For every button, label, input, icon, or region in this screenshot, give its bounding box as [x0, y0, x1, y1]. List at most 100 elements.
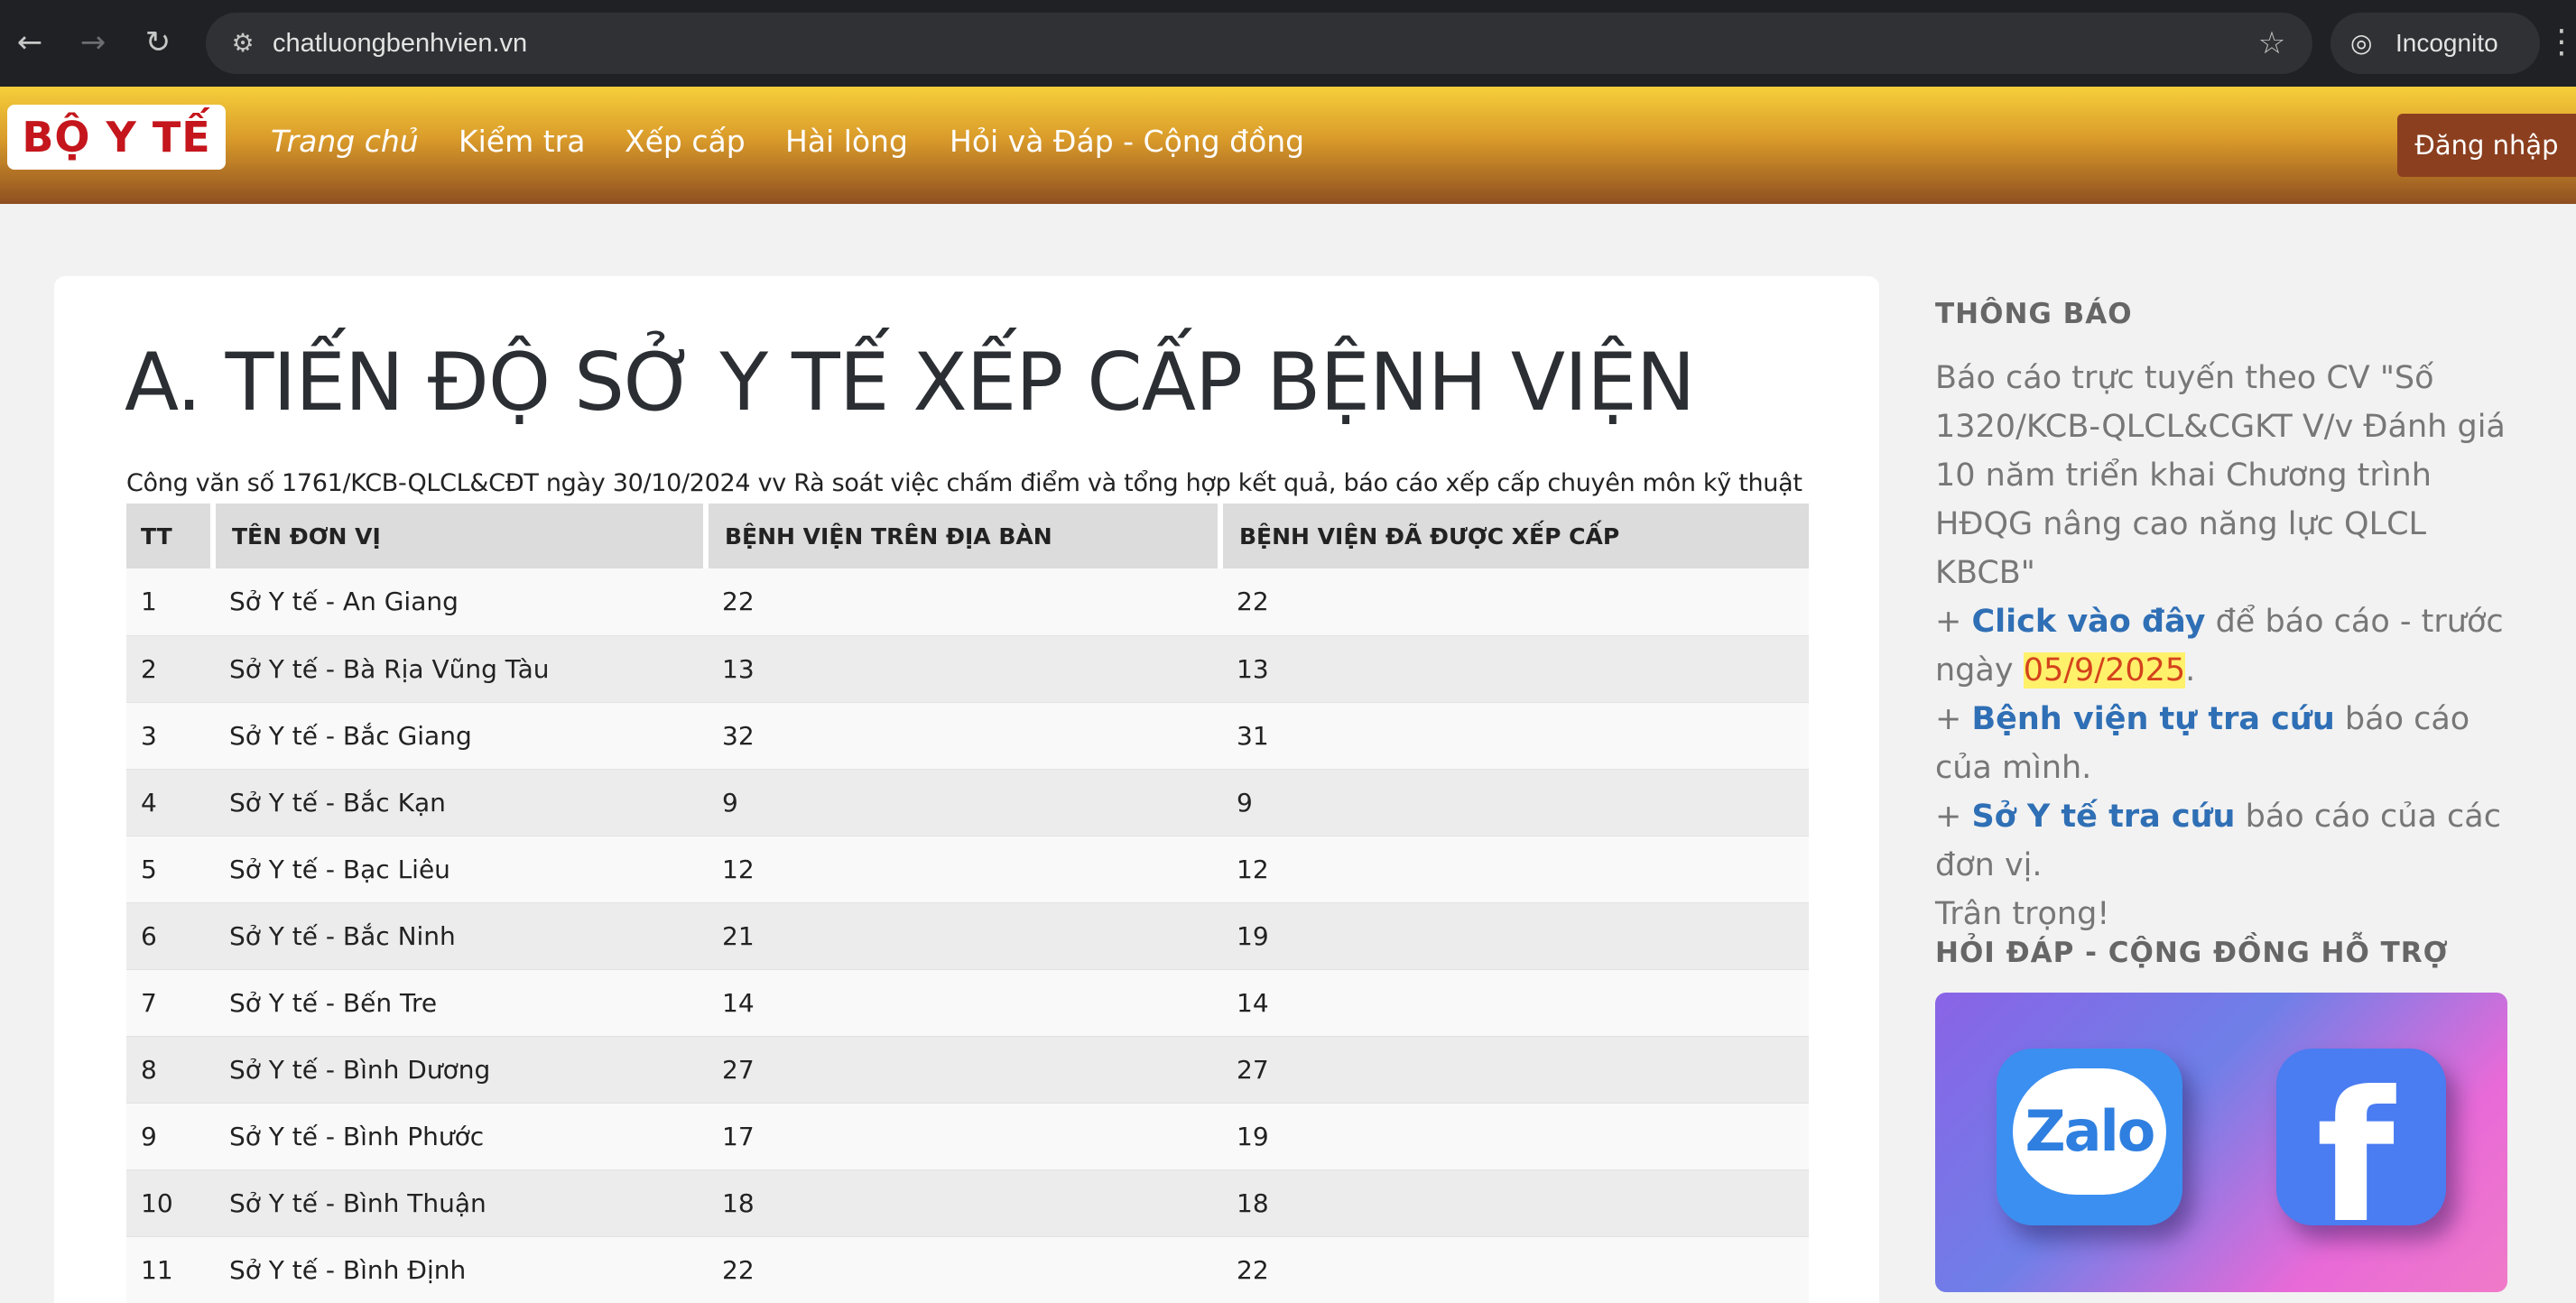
nav-qa-community[interactable]: Hỏi và Đáp - Cộng đồng	[950, 119, 1304, 164]
table-row: 5 Sở Y tế - Bạc Liêu 12 12	[126, 836, 1809, 903]
cell-index: 10	[126, 1169, 213, 1237]
cell-ranked-count: 27	[1220, 1036, 1809, 1104]
notice-text: Báo cáo trực tuyến theo CV "Số 1320/KCB-…	[1935, 354, 2513, 938]
report-link[interactable]: Click vào đây	[1971, 604, 2205, 640]
table-row: 1 Sở Y tế - An Giang 22 22	[126, 568, 1809, 636]
cell-hospital-count: 13	[706, 635, 1220, 703]
browser-toolbar: ← → ↻ ⚙ chatluongbenhvien.vn ☆ ◎ Incogni…	[0, 0, 2576, 87]
main-card: A. TIẾN ĐỘ SỞ Y TẾ XẾP CẤP BỆNH VIỆN Côn…	[54, 276, 1879, 1303]
cell-unit-name: Sở Y tế - Bắc Ninh	[213, 902, 706, 970]
cell-index: 5	[126, 836, 213, 903]
login-button[interactable]: Đăng nhập	[2397, 114, 2576, 177]
cell-unit-name: Sở Y tế - An Giang	[213, 568, 706, 636]
plus-sign: +	[1935, 604, 1962, 640]
plus-sign: +	[1935, 799, 1962, 835]
incognito-label: Incognito	[2395, 29, 2498, 57]
table-header-row: TT TÊN ĐƠN VỊ BỆNH VIỆN TRÊN ĐỊA BÀN BỆN…	[126, 504, 1809, 568]
table-row: 8 Sở Y tế - Bình Dương 27 27	[126, 1036, 1809, 1104]
column-header-unit: TÊN ĐƠN VỊ	[210, 504, 706, 568]
nav-ranking[interactable]: Xếp cấp	[625, 119, 746, 164]
notice-intro: Báo cáo trực tuyến theo CV "Số 1320/KCB-…	[1935, 360, 2506, 591]
cell-index: 8	[126, 1036, 213, 1104]
zalo-label: Zalo	[2013, 1068, 2166, 1195]
nav-inspection[interactable]: Kiểm tra	[459, 119, 585, 164]
cell-ranked-count: 13	[1220, 635, 1809, 703]
cell-hospital-count: 27	[706, 1036, 1220, 1104]
cell-hospital-count: 18	[706, 1169, 1220, 1237]
cell-unit-name: Sở Y tế - Bình Thuận	[213, 1169, 706, 1237]
progress-table: TT TÊN ĐƠN VỊ BỆNH VIỆN TRÊN ĐỊA BÀN BỆN…	[126, 504, 1809, 1303]
cell-hospital-count: 22	[706, 1236, 1220, 1303]
cell-hospital-count: 12	[706, 836, 1220, 903]
incognito-icon: ◎	[2350, 29, 2373, 57]
site-info-icon[interactable]: ⚙	[220, 21, 265, 66]
nav-satisfaction[interactable]: Hài lòng	[785, 119, 908, 164]
cell-index: 3	[126, 702, 213, 770]
site-navbar: BỘ Y TẾ Trang chủ Kiểm tra Xếp cấp Hài l…	[0, 87, 2576, 204]
cell-index: 2	[126, 635, 213, 703]
cell-index: 9	[126, 1103, 213, 1170]
cell-unit-name: Sở Y tế - Bến Tre	[213, 969, 706, 1037]
table-row: 10 Sở Y tế - Bình Thuận 18 18	[126, 1169, 1809, 1237]
cell-index: 11	[126, 1236, 213, 1303]
cell-unit-name: Sở Y tế - Bắc Giang	[213, 702, 706, 770]
cell-hospital-count: 21	[706, 902, 1220, 970]
back-icon[interactable]: ←	[7, 20, 52, 65]
cell-ranked-count: 18	[1220, 1169, 1809, 1237]
incognito-indicator[interactable]: ◎ Incognito	[2330, 13, 2540, 74]
bookmark-star-icon[interactable]: ☆	[2249, 21, 2294, 66]
cell-ranked-count: 12	[1220, 836, 1809, 903]
zalo-icon[interactable]: Zalo	[1997, 1049, 2182, 1225]
community-heading: HỎI ĐÁP - CỘNG ĐỒNG HỖ TRỢ	[1935, 937, 2449, 969]
facebook-icon[interactable]: f	[2276, 1049, 2446, 1225]
cell-index: 1	[126, 568, 213, 636]
period: .	[2185, 652, 2196, 688]
ministry-logo[interactable]: BỘ Y TẾ	[7, 105, 226, 170]
cell-index: 4	[126, 769, 213, 836]
facebook-label: f	[2316, 1053, 2395, 1226]
url-text[interactable]: chatluongbenhvien.vn	[273, 13, 527, 74]
browser-menu-icon[interactable]: ⋮	[2545, 20, 2576, 65]
department-lookup-link[interactable]: Sở Y tế tra cứu	[1971, 799, 2235, 835]
cell-unit-name: Sở Y tế - Bình Định	[213, 1236, 706, 1303]
cell-hospital-count: 32	[706, 702, 1220, 770]
table-row: 3 Sở Y tế - Bắc Giang 32 31	[126, 702, 1809, 770]
column-header-ranked: BỆNH VIỆN ĐÃ ĐƯỢC XẾP CẤP	[1218, 504, 1809, 568]
deadline-date: 05/9/2025	[2023, 652, 2186, 688]
cell-hospital-count: 17	[706, 1103, 1220, 1170]
table-row: 2 Sở Y tế - Bà Rịa Vũng Tàu 13 13	[126, 635, 1809, 703]
table-row: 7 Sở Y tế - Bến Tre 14 14	[126, 969, 1809, 1037]
forward-icon[interactable]: →	[70, 20, 116, 65]
cell-hospital-count: 9	[706, 769, 1220, 836]
column-header-hospitals: BỆNH VIỆN TRÊN ĐỊA BÀN	[703, 504, 1220, 568]
cell-ranked-count: 31	[1220, 702, 1809, 770]
hospital-lookup-link[interactable]: Bệnh viện tự tra cứu	[1971, 701, 2334, 737]
cell-ranked-count: 19	[1220, 902, 1809, 970]
cell-ranked-count: 19	[1220, 1103, 1809, 1170]
social-support-banner[interactable]: Zalo f	[1935, 993, 2507, 1292]
address-bar[interactable]: ⚙ chatluongbenhvien.vn ☆	[206, 13, 2312, 74]
cell-unit-name: Sở Y tế - Bắc Kạn	[213, 769, 706, 836]
cell-unit-name: Sở Y tế - Bình Dương	[213, 1036, 706, 1104]
closing-text: Trân trọng!	[1935, 896, 2110, 932]
notice-heading: THÔNG BÁO	[1935, 298, 2133, 330]
cell-unit-name: Sở Y tế - Bình Phước	[213, 1103, 706, 1170]
column-header-tt: TT	[126, 504, 213, 568]
plus-sign: +	[1935, 701, 1962, 737]
table-row: 4 Sở Y tế - Bắc Kạn 9 9	[126, 769, 1809, 836]
document-reference: Công văn số 1761/KCB-QLCL&CĐT ngày 30/10…	[126, 469, 1802, 497]
nav-home[interactable]: Trang chủ	[271, 119, 419, 164]
cell-hospital-count: 14	[706, 969, 1220, 1037]
cell-unit-name: Sở Y tế - Bạc Liêu	[213, 836, 706, 903]
cell-unit-name: Sở Y tế - Bà Rịa Vũng Tàu	[213, 635, 706, 703]
table-row: 9 Sở Y tế - Bình Phước 17 19	[126, 1103, 1809, 1170]
cell-index: 6	[126, 902, 213, 970]
reload-icon[interactable]: ↻	[135, 20, 181, 65]
cell-hospital-count: 22	[706, 568, 1220, 636]
cell-ranked-count: 22	[1220, 568, 1809, 636]
table-row: 6 Sở Y tế - Bắc Ninh 21 19	[126, 902, 1809, 970]
page-title: A. TIẾN ĐỘ SỞ Y TẾ XẾP CẤP BỆNH VIỆN	[125, 336, 1696, 429]
cell-index: 7	[126, 969, 213, 1037]
cell-ranked-count: 9	[1220, 769, 1809, 836]
cell-ranked-count: 22	[1220, 1236, 1809, 1303]
